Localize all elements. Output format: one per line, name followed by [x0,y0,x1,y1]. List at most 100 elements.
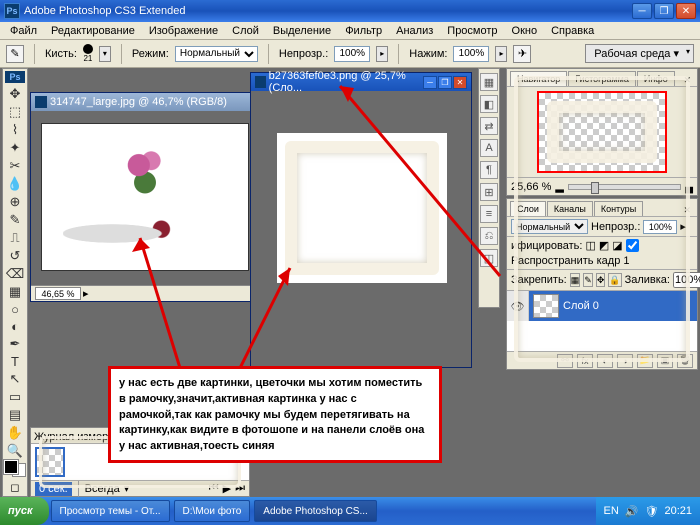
toolbox-ps-icon[interactable]: Ps [5,71,25,83]
mode-label: Режим: [132,48,169,60]
doc2-max[interactable]: ❐ [438,76,452,89]
path-tool[interactable]: ↖ [5,370,25,388]
annotation-text: у нас есть две картинки, цветочки мы хот… [119,377,424,452]
taskbar-item-2[interactable]: D:\Мои фото [174,500,251,522]
strip-btn-7[interactable]: ≡ [480,205,498,223]
doc2-canvas[interactable] [277,133,447,283]
airbrush-icon[interactable]: ✈ [513,45,531,63]
type-tool[interactable]: T [5,353,25,370]
zoom-tool[interactable]: 🔍 [5,442,25,460]
anim-frame-thumb[interactable] [35,447,65,477]
doc-icon [35,96,47,108]
flow-input[interactable] [453,46,489,62]
toolbox: Ps ✥ ⬚ ⌇ ✦ ✂ 💧 ⊕ ✎ ⎍ ↺ ⌫ ▦ ○ ◐ ✒ T ↖ ▭ ▤… [2,68,28,497]
system-tray[interactable]: EN 🔊 🛡 20:21 [596,497,700,525]
stamp-tool[interactable]: ⎍ [5,229,25,247]
notes-tool[interactable]: ▤ [5,406,25,424]
lang-indicator[interactable]: EN [604,505,619,517]
strip-btn-3[interactable]: ⇄ [480,117,498,135]
eraser-tool[interactable]: ⌫ [5,265,25,283]
menu-window[interactable]: Окно [506,24,544,38]
menu-select[interactable]: Выделение [267,24,337,38]
shape-tool[interactable]: ▭ [5,388,25,406]
gradient-tool[interactable]: ▦ [5,283,25,301]
start-button[interactable]: пуск [0,497,49,525]
ps-icon: Ps [4,3,20,19]
doc2-close[interactable]: ✕ [453,76,467,89]
document-window-1[interactable]: 314747_large.jpg @ 46,7% (RGB/8) ▸ [30,92,260,302]
strip-btn-9[interactable]: ◫ [480,249,498,267]
workspace-menu[interactable]: Рабочая среда ▾ [585,44,694,63]
doc1-title: 314747_large.jpg @ 46,7% (RGB/8) [50,96,227,108]
doc1-titlebar[interactable]: 314747_large.jpg @ 46,7% (RGB/8) [31,93,259,111]
menu-edit[interactable]: Редактирование [45,24,141,38]
clock[interactable]: 20:21 [664,505,692,517]
brush-dropdown[interactable]: ▾ [99,46,111,62]
hand-tool[interactable]: ✋ [5,424,25,442]
strip-btn-1[interactable]: ▦ [480,73,498,91]
window-title: Adobe Photoshop CS3 Extended [24,5,185,17]
right-panels: Навигатор Гистограмма Инфо ✕ 25,66 % ▂ ▄… [506,68,698,370]
menu-image[interactable]: Изображение [143,24,224,38]
tray-icon-2[interactable]: 🛡 [645,505,659,518]
doc1-canvas[interactable] [41,123,249,271]
strip-btn-4[interactable]: A [480,139,498,157]
lasso-tool[interactable]: ⌇ [5,121,25,139]
minimize-button[interactable]: ─ [632,3,652,19]
maximize-button[interactable]: ❐ [654,3,674,19]
menu-filter[interactable]: Фильтр [339,24,388,38]
document-window-2[interactable]: b27363fef0e3.png @ 25,7% (Сло... ─ ❐ ✕ [250,72,472,368]
opacity-label: Непрозр.: [279,48,328,60]
opacity-chev[interactable]: ▸ [376,46,388,62]
heal-tool[interactable]: ⊕ [5,193,25,211]
opacity-input[interactable] [334,46,370,62]
menu-analysis[interactable]: Анализ [390,24,439,38]
brush-preview-icon[interactable] [83,44,93,54]
mode-select[interactable]: Нормальный [175,46,258,62]
brush-tool[interactable]: ✎ [5,211,25,229]
quickmask-icon[interactable]: ◻ [5,481,25,494]
brush-label: Кисть: [45,48,77,60]
layers-panel: Слои Каналы Контуры ✕ Нормальный Непрозр… [506,198,698,370]
layer-list: 👁 Слой 0 [507,291,697,351]
history-brush-tool[interactable]: ↺ [5,247,25,265]
annotation-box: у нас есть две картинки, цветочки мы хот… [108,366,442,463]
doc-icon [255,76,266,88]
doc1-status: ▸ [31,285,259,301]
blur-tool[interactable]: ○ [5,301,25,318]
dodge-tool[interactable]: ◐ [5,318,25,335]
strip-btn-6[interactable]: ⊞ [480,183,498,201]
taskbar-item-1[interactable]: Просмотр темы - От... [51,500,170,522]
color-swatches[interactable] [4,460,26,477]
frame-overlay [285,141,439,275]
menu-layer[interactable]: Слой [226,24,265,38]
doc2-min[interactable]: ─ [423,76,437,89]
close-button[interactable]: ✕ [676,3,696,19]
layer-thumb[interactable] [533,294,559,318]
tool-preset-icon[interactable]: ✎ [6,45,24,63]
tray-icon-1[interactable]: 🔊 [625,505,639,518]
fg-swatch[interactable] [4,460,18,474]
doc2-titlebar[interactable]: b27363fef0e3.png @ 25,7% (Сло... ─ ❐ ✕ [251,73,471,91]
move-tool[interactable]: ✥ [5,85,25,103]
taskbar-item-3[interactable]: Adobe Photoshop CS... [254,500,377,522]
doc2-title: b27363fef0e3.png @ 25,7% (Сло... [269,70,423,94]
strip-btn-8[interactable]: ⎌ [480,227,498,245]
crop-tool[interactable]: ✂ [5,157,25,175]
strip-btn-2[interactable]: ◧ [480,95,498,113]
workspace-area: Ps ✥ ⬚ ⌇ ✦ ✂ 💧 ⊕ ✎ ⎍ ↺ ⌫ ▦ ○ ◐ ✒ T ↖ ▭ ▤… [0,68,700,497]
window-titlebar: Ps Adobe Photoshop CS3 Extended ─ ❐ ✕ [0,0,700,22]
flow-chev[interactable]: ▸ [495,46,507,62]
pen-tool[interactable]: ✒ [5,335,25,353]
menu-view[interactable]: Просмотр [441,24,503,38]
menu-help[interactable]: Справка [545,24,600,38]
collapsed-panels-strip: ▦ ◧ ⇄ A ¶ ⊞ ≡ ⎌ ◫ [478,68,500,308]
doc1-zoom-chev[interactable]: ▸ [83,287,89,300]
eyedropper-tool[interactable]: 💧 [5,175,25,193]
menu-file[interactable]: Файл [4,24,43,38]
marquee-tool[interactable]: ⬚ [5,103,25,121]
doc1-zoom-input[interactable] [35,287,81,300]
strip-btn-5[interactable]: ¶ [480,161,498,179]
wand-tool[interactable]: ✦ [5,139,25,157]
layer-row-0[interactable]: 👁 Слой 0 [507,291,697,321]
